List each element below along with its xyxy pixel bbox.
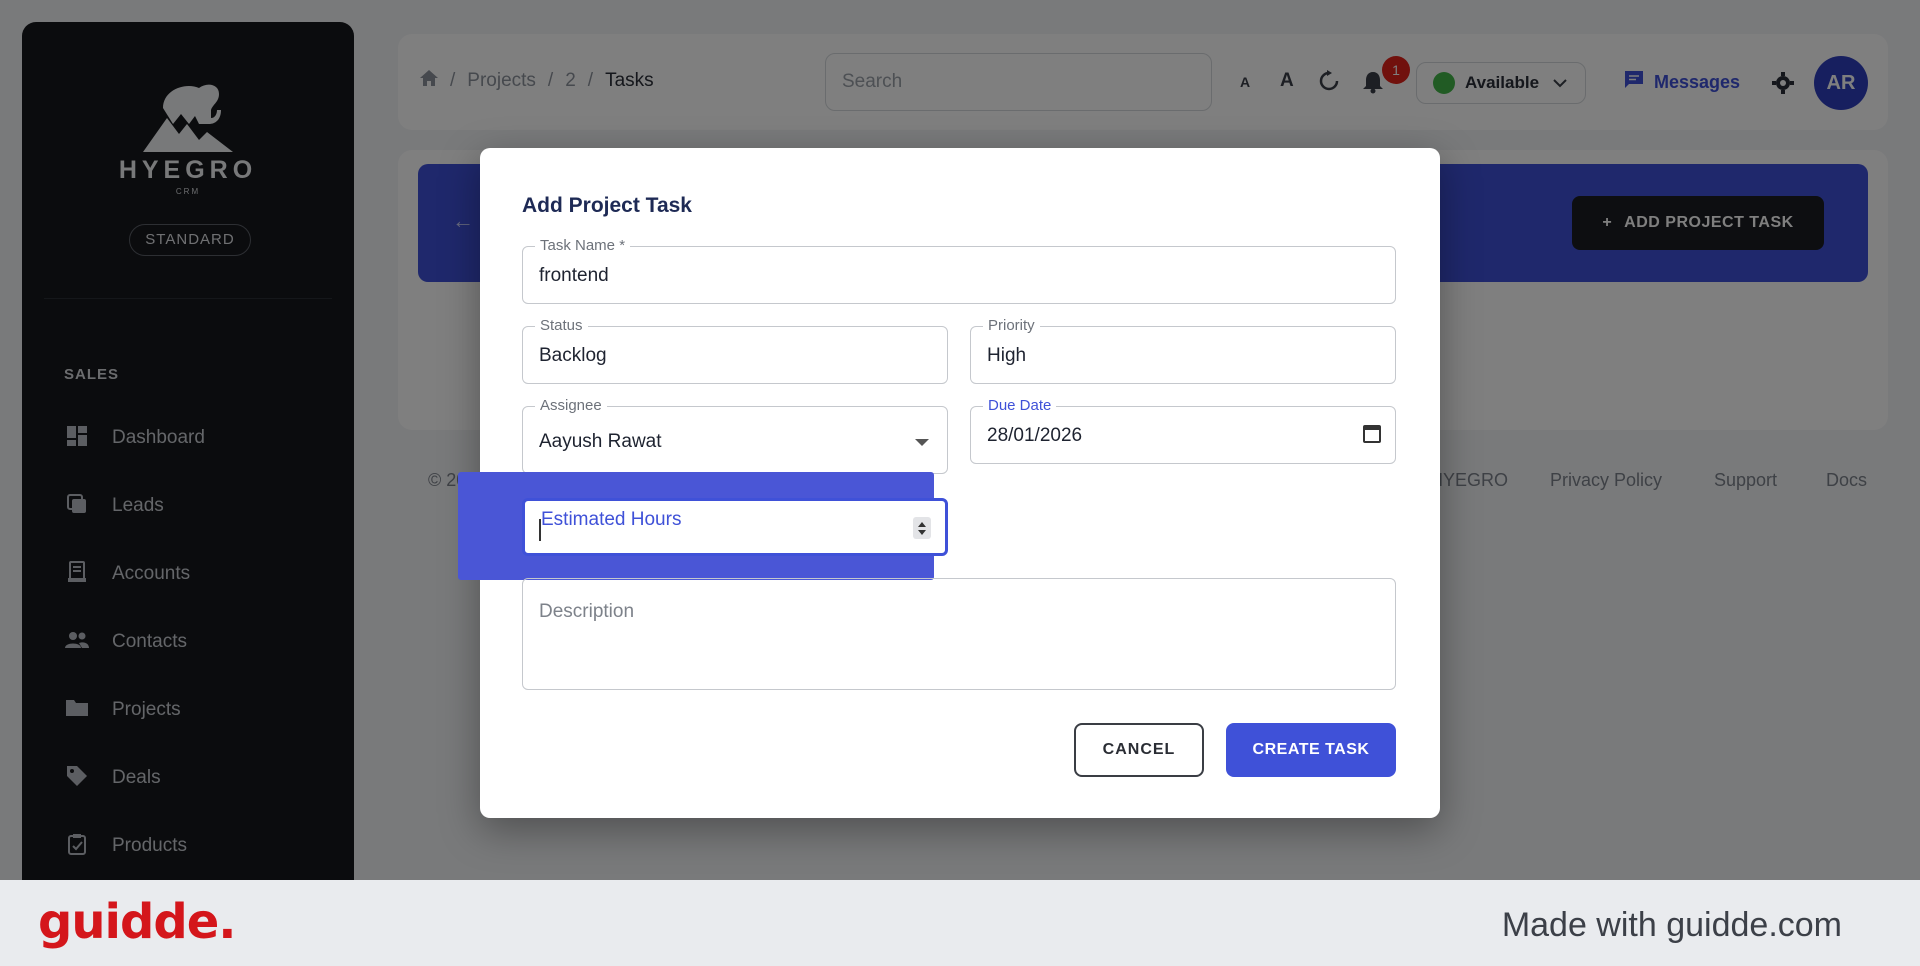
assignee-select[interactable]: Assignee Aayush Rawat [522, 397, 948, 474]
app-window: HYEGRO CRM STANDARD SALES Dashboard Lead… [0, 0, 1920, 880]
assignee-label: Assignee [535, 397, 607, 415]
made-with-label: Made with guidde.com [1501, 906, 1842, 944]
calendar-icon[interactable] [1363, 425, 1381, 443]
status-value: Backlog [539, 345, 607, 366]
due-date-label: Due Date [983, 397, 1057, 415]
priority-value: High [987, 345, 1027, 366]
description-placeholder: Description [539, 601, 635, 622]
estimated-hours-placeholder: Estimated Hours [541, 509, 682, 530]
cancel-button[interactable]: CANCEL [1074, 723, 1204, 777]
estimated-hours-input[interactable]: Estimated Hours [522, 498, 948, 556]
task-name-field[interactable]: Task Name * frontend [522, 237, 1396, 304]
task-name-value: frontend [539, 265, 609, 286]
add-project-task-dialog: Add Project Task Task Name * frontend St… [458, 148, 1440, 818]
assignee-value: Aayush Rawat [539, 431, 662, 452]
task-name-label: Task Name * [535, 237, 631, 255]
due-date-value: 28/01/2026 [987, 425, 1083, 446]
guidde-logo: guidde. [38, 894, 236, 950]
dialog-title: Add Project Task [522, 194, 692, 217]
status-label: Status [535, 317, 588, 335]
create-task-button[interactable]: CREATE TASK [1226, 723, 1396, 777]
description-textarea[interactable]: Description [522, 578, 1396, 690]
priority-label: Priority [983, 317, 1040, 335]
due-date-field[interactable]: Due Date 28/01/2026 [970, 397, 1396, 464]
chevron-down-icon [915, 439, 929, 446]
priority-field[interactable]: Priority High [970, 317, 1396, 384]
status-field[interactable]: Status Backlog [522, 317, 948, 384]
number-stepper-icon[interactable] [913, 517, 931, 539]
